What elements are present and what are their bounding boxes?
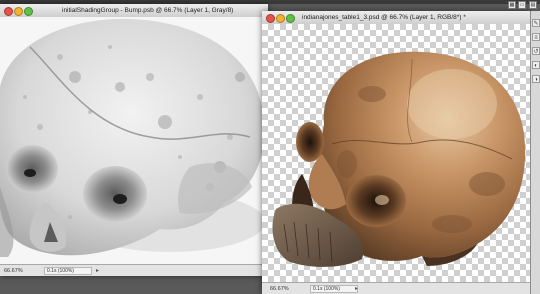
document-title: indianajones_table1_3.psd @ 66.7% (Layer… <box>302 14 466 21</box>
screen-mode-icon[interactable]: ▭ <box>518 1 526 9</box>
panel-dock: ✎ ≡ ↺ ◐ ◑ <box>530 11 540 294</box>
canvas-texture[interactable] <box>262 24 530 283</box>
zoom-level[interactable]: 66.67% <box>270 286 289 292</box>
brush-icon[interactable]: ✎ <box>532 19 540 27</box>
document-info: 0.1s (100%) <box>44 267 92 275</box>
zoom-level[interactable]: 66.67% <box>4 268 23 274</box>
canvas-bump[interactable] <box>0 17 268 265</box>
layers-icon[interactable]: ≡ <box>532 33 540 41</box>
close-button[interactable] <box>266 14 275 23</box>
titlebar-bump[interactable]: initialShadingGroup - Bump.psb @ 66.7% (… <box>0 4 268 18</box>
arrange-documents-icon[interactable]: ▦ <box>508 1 516 9</box>
zoom-button[interactable] <box>286 14 295 23</box>
status-bar-bump: 66.67% 0.1s (100%) ▸ <box>0 264 268 276</box>
close-button[interactable] <box>4 7 13 16</box>
textured-skull-image <box>272 51 526 267</box>
workspace-icon[interactable]: ▤ <box>529 1 537 9</box>
zoom-button[interactable] <box>24 7 33 16</box>
minimize-button[interactable] <box>276 14 285 23</box>
status-bar-texture: 66.67% 0.1s (100%) ▸ <box>262 282 530 294</box>
history-icon[interactable]: ↺ <box>532 47 540 55</box>
document-window-texture[interactable]: indianajones_table1_3.psd @ 66.7% (Layer… <box>262 11 530 294</box>
minimize-button[interactable] <box>14 7 23 16</box>
document-window-bump[interactable]: initialShadingGroup - Bump.psb @ 66.7% (… <box>0 4 268 276</box>
document-info: 0.1s (100%) <box>310 285 358 293</box>
status-menu-arrow-icon[interactable]: ▸ <box>355 285 358 292</box>
toolbar-corner: ▦ ▭ ▤ <box>506 0 540 11</box>
titlebar-texture[interactable]: indianajones_table1_3.psd @ 66.7% (Layer… <box>262 11 530 25</box>
document-title: initialShadingGroup - Bump.psb @ 66.7% (… <box>62 7 234 14</box>
adjustments-icon[interactable]: ◑ <box>532 75 540 83</box>
status-menu-arrow-icon[interactable]: ▸ <box>96 267 99 274</box>
grayscale-skull-image <box>0 17 268 265</box>
channels-icon[interactable]: ◐ <box>532 61 540 69</box>
